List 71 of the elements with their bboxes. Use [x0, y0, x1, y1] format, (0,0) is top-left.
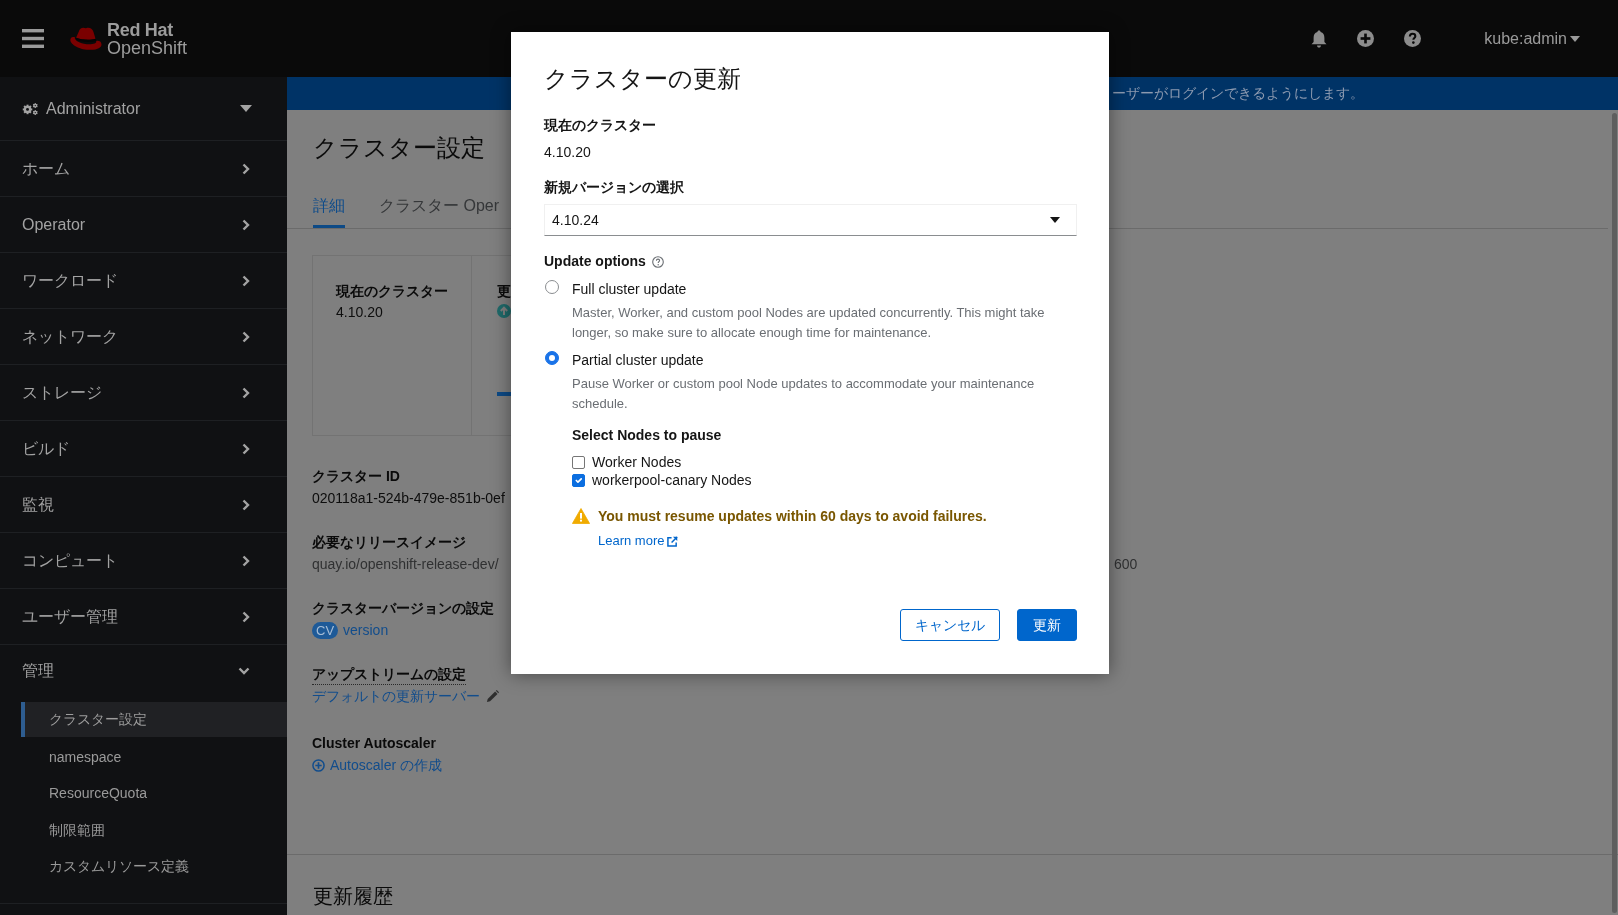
hat-logo-icon	[68, 25, 103, 52]
nav-subitem[interactable]: namespace	[21, 739, 287, 776]
field-value: quay.io/openshift-release-dev/	[312, 555, 499, 574]
field-value: 020118a1-524b-479e-851b-0ef	[312, 489, 505, 508]
nav-subitem[interactable]: ResourceQuota	[21, 775, 287, 812]
page-title: クラスター設定	[313, 133, 485, 163]
update-button[interactable]: 更新	[1017, 609, 1077, 641]
field-label: 必要なリリースイメージ	[312, 533, 466, 552]
checkbox[interactable]	[572, 455, 585, 469]
user-menu[interactable]: kube:admin	[1484, 26, 1580, 51]
nav-item[interactable]: 管理	[0, 645, 287, 697]
nav-item[interactable]: ビルド	[0, 421, 287, 477]
field-label: クラスターバージョンの設定	[312, 599, 494, 618]
caret-down-icon	[1050, 217, 1060, 223]
field-label: Update options	[544, 252, 646, 271]
option-description: Pause Worker or custom pool Node updates to accommodate your maintenance schedule.	[572, 375, 1036, 413]
radio-button[interactable]	[545, 280, 559, 294]
resource-badge: CV	[312, 621, 339, 639]
external-link-icon	[667, 535, 679, 547]
nav-subitem[interactable]: カスタムリソース定義	[21, 848, 287, 885]
option-label[interactable]: Full cluster update	[572, 279, 687, 299]
checkbox[interactable]	[572, 473, 585, 487]
nav-item[interactable]: ワークロード	[0, 253, 287, 309]
field-label: 現在のクラスター	[336, 282, 448, 301]
logo-text: OpenShift	[107, 38, 188, 57]
cancel-button[interactable]: キャンセル	[900, 609, 1000, 641]
caret-down-icon	[240, 105, 252, 112]
field-label: クラスター ID	[312, 467, 400, 486]
bell-icon[interactable]	[1311, 29, 1328, 48]
arrow-up-circle-icon	[497, 304, 511, 318]
nav-item[interactable]: ネットワーク	[0, 309, 287, 365]
field-label: 新規バージョンの選択	[544, 178, 684, 197]
scrollbar[interactable]	[1612, 113, 1617, 913]
checkbox-label[interactable]: workerpool-canary Nodes	[592, 471, 752, 489]
checkbox-label[interactable]: Worker Nodes	[592, 453, 682, 471]
field-value: 4.10.20	[544, 143, 591, 162]
field-label: 現在のクラスター	[544, 116, 656, 135]
plus-circle-icon	[312, 758, 325, 772]
option-label[interactable]: Partial cluster update	[572, 350, 704, 370]
nav-item[interactable]: ユーザー管理	[0, 589, 287, 645]
logo-text: Red Hat	[107, 20, 173, 39]
help-icon[interactable]	[651, 255, 664, 268]
nav-item[interactable]: ホーム	[0, 141, 287, 197]
warning-text: You must resume updates within 60 days to avoid failures.	[598, 507, 987, 526]
dialog-title: クラスターの更新	[544, 64, 741, 94]
field-label: 更	[497, 282, 511, 301]
pencil-icon[interactable]	[486, 689, 499, 703]
field-label: Cluster Autoscaler	[312, 734, 436, 753]
nav-item[interactable]: 監視	[0, 477, 287, 533]
warning-icon	[572, 508, 590, 524]
menu-icon[interactable]	[22, 29, 44, 48]
version-select[interactable]: 4.10.24	[544, 204, 1077, 236]
nav-subitem[interactable]: 制限範囲	[21, 812, 287, 849]
nav-item[interactable]: コンピュート	[0, 533, 287, 589]
field-label[interactable]: アップストリームの設定	[312, 664, 466, 685]
option-description: Master, Worker, and custom pool Nodes are updated concurrently. This might take longer, so make sure to allocate enough time for maintenance.	[572, 304, 1046, 342]
field-value: 600	[1114, 555, 1138, 574]
field-value: 4.10.20	[336, 303, 383, 322]
learn-more-link[interactable]: Learn more	[598, 531, 679, 551]
gears-icon	[22, 101, 39, 116]
nav-subitem[interactable]: クラスター設定	[21, 702, 287, 737]
caret-down-icon	[1570, 35, 1580, 42]
help-icon[interactable]	[1404, 30, 1422, 47]
plus-circle-icon[interactable]	[1357, 30, 1375, 47]
radio-button[interactable]	[545, 351, 559, 365]
banner-text: ーザーがログインできるようにします。	[1112, 84, 1364, 103]
field-label: Select Nodes to pause	[572, 426, 722, 445]
nav-item[interactable]: Operator	[0, 197, 287, 253]
perspective-switcher[interactable]: Administrator	[0, 77, 287, 141]
nav-item[interactable]: ストレージ	[0, 365, 287, 421]
section-title: 更新履歴	[313, 884, 393, 909]
